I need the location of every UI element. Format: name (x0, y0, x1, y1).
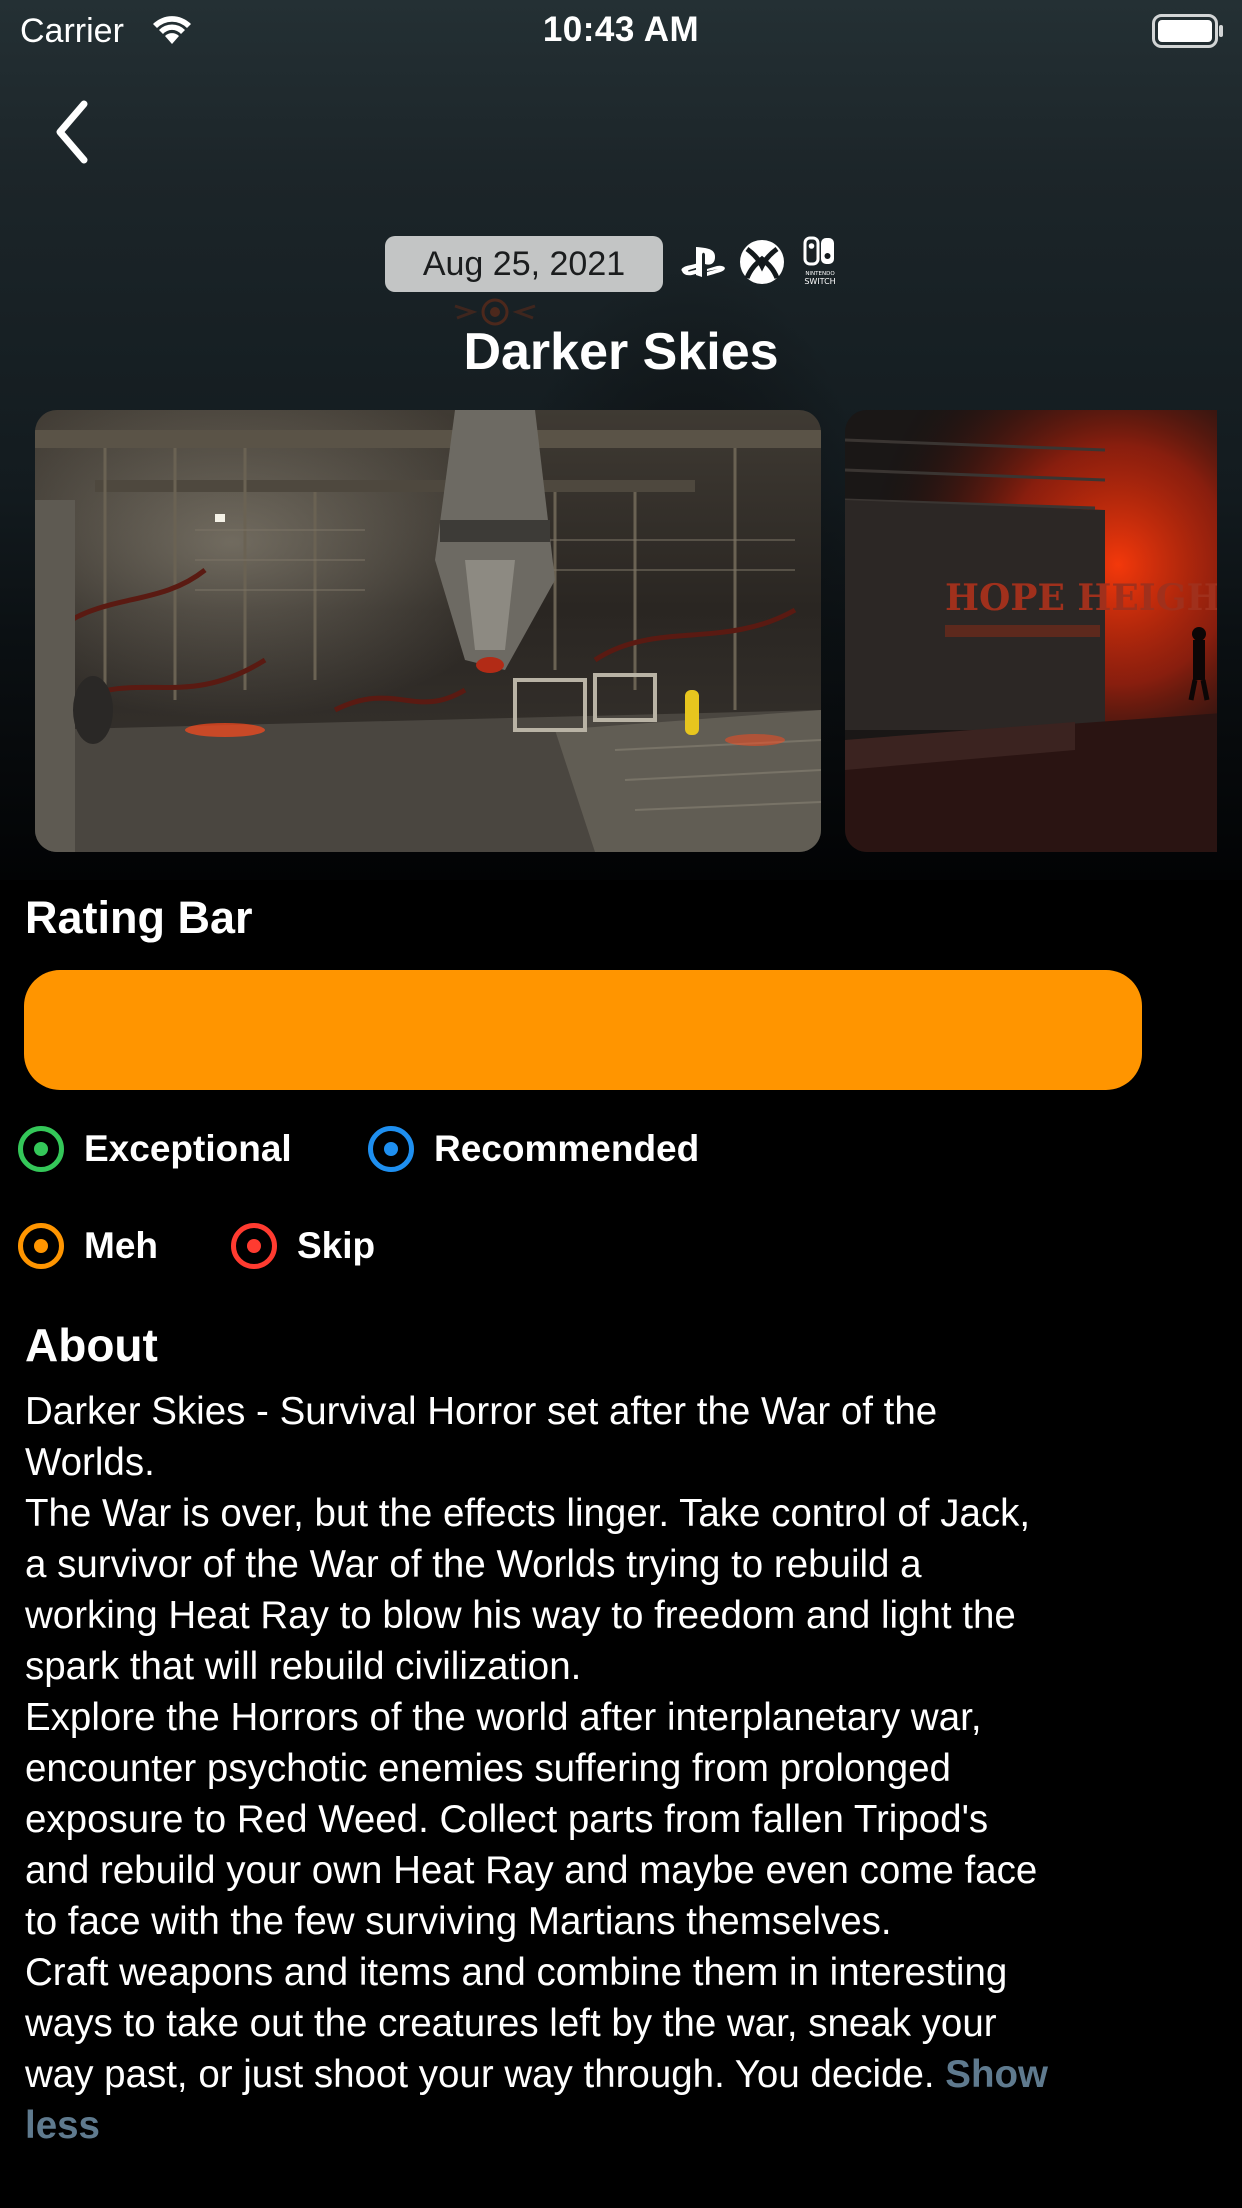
rating-bar-title: Rating Bar (25, 892, 253, 943)
about-body: Darker Skies - Survival Horror set after… (25, 1390, 1038, 2096)
rating-bar (24, 970, 1142, 1090)
legend-label: Meh (84, 1225, 158, 1266)
playstation-icon (680, 244, 728, 285)
radio-icon (18, 1223, 64, 1269)
about-title: About (25, 1319, 158, 1371)
screenshot-1[interactable] (35, 410, 821, 852)
legend-label: Recommended (434, 1128, 700, 1169)
nintendo-switch-icon: NINTENDO SWITCH (796, 236, 844, 293)
release-date-badge: Aug 25, 2021 (385, 236, 663, 292)
radio-icon (231, 1223, 277, 1269)
rating-bar-segment-meh (24, 970, 1142, 1090)
xbox-icon (738, 238, 786, 291)
svg-text:HOPE HEIGHTS: HOPE HEIGHTS (945, 577, 1217, 619)
battery-icon (1152, 14, 1224, 53)
legend-item-exceptional[interactable]: Exceptional (18, 1119, 292, 1179)
radio-icon (18, 1126, 64, 1172)
screenshot-carousel[interactable]: HOPE HEIGHTS (0, 410, 1217, 854)
legend-item-meh[interactable]: Meh (18, 1216, 158, 1276)
about-text: Darker Skies - Survival Horror set after… (25, 1386, 1225, 2151)
screenshot-2[interactable]: HOPE HEIGHTS (845, 410, 1217, 852)
game-title: Darker Skies (463, 323, 779, 381)
game-detail-screen: Carrier 10:43 AM Aug 25, 2021 NINTENDO S… (0, 0, 1242, 2208)
back-button[interactable] (50, 96, 110, 166)
svg-text:SWITCH: SWITCH (804, 277, 835, 286)
legend-item-recommended[interactable]: Recommended (368, 1119, 699, 1179)
chevron-left-icon (56, 100, 88, 164)
platform-icons: NINTENDO SWITCH (680, 236, 844, 292)
status-bar: Carrier 10:43 AM (0, 0, 1242, 60)
legend-label: Exceptional (84, 1128, 292, 1169)
legend-label: Skip (297, 1225, 376, 1266)
legend-item-skip[interactable]: Skip (231, 1216, 375, 1276)
clock: 10:43 AM (542, 10, 700, 49)
radio-icon (368, 1126, 414, 1172)
